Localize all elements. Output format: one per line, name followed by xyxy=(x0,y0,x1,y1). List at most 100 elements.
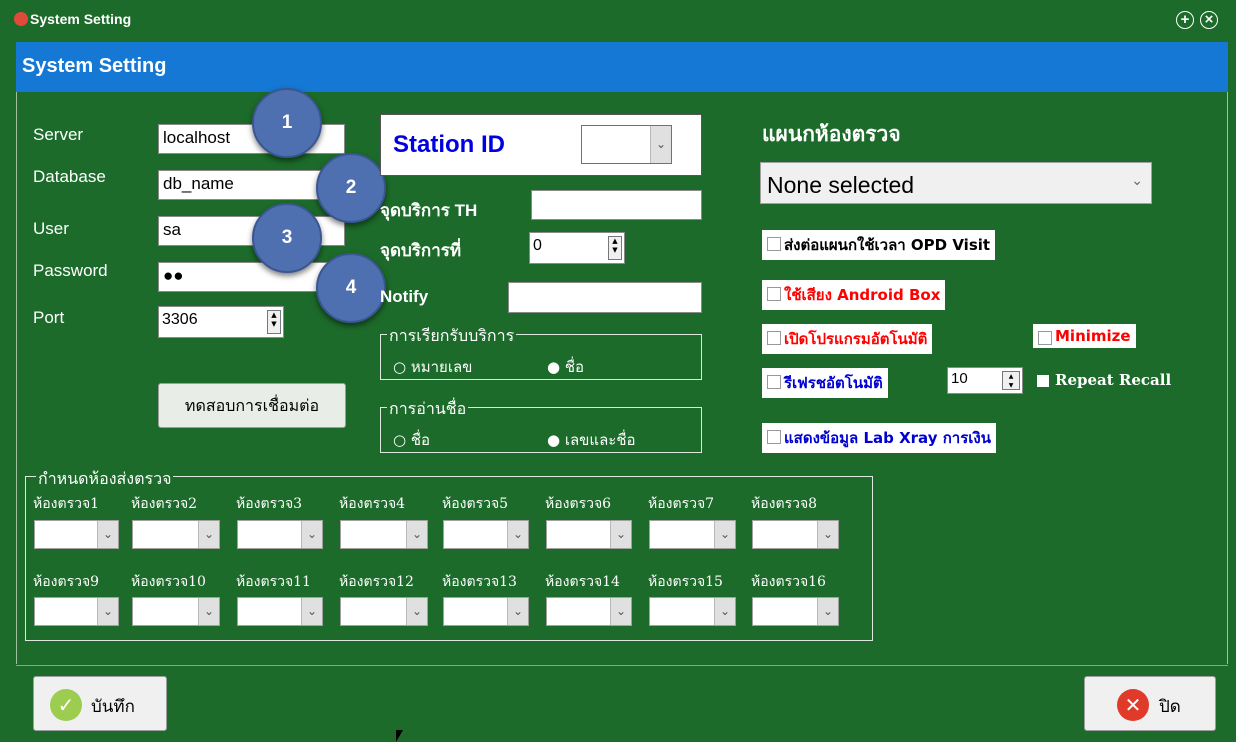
refresh-interval-stepper[interactable]: 10 ▲ ▼ xyxy=(947,367,1023,394)
room-select[interactable]: ⌄ xyxy=(546,597,632,626)
checkbox-icon xyxy=(767,237,781,251)
app-logo-icon xyxy=(14,12,28,26)
marker-2: 2 xyxy=(316,153,386,223)
checkbox-lab-xray[interactable]: แสดงข้อมูล Lab Xray การเงิน xyxy=(762,423,996,453)
room-select[interactable]: ⌄ xyxy=(649,520,736,549)
chevron-down-icon: ⌄ xyxy=(1131,173,1143,189)
room-select[interactable]: ⌄ xyxy=(546,520,632,549)
name-reading-caption: การอ่านชื่อ xyxy=(387,397,469,422)
room-label: ห้องตรวจ15 xyxy=(648,574,723,590)
checkbox-android-box-label: ใช้เสียง Android Box xyxy=(784,286,941,304)
marker-1: 1 xyxy=(252,88,322,158)
checkbox-lab-xray-label: แสดงข้อมูล Lab Xray การเงิน xyxy=(784,429,991,447)
room-select[interactable]: ⌄ xyxy=(443,597,529,626)
room-label: ห้องตรวจ9 xyxy=(33,574,100,590)
port-label: Port xyxy=(33,308,65,327)
rooms-caption: กำหนดห้องส่งตรวจ xyxy=(36,467,174,492)
chevron-down-icon: ⌄ xyxy=(97,521,118,548)
room-select[interactable]: ⌄ xyxy=(649,597,736,626)
radio-name-label: ชื่อ xyxy=(564,358,585,376)
radio-read-number-name[interactable]: ● เลขและชื่อ xyxy=(547,428,636,452)
checkbox-android-box[interactable]: ใช้เสียง Android Box xyxy=(762,280,946,310)
room-select[interactable]: ⌄ xyxy=(132,597,220,626)
port-value: 3306 xyxy=(162,311,198,328)
close-window-icon[interactable]: × xyxy=(1200,11,1218,29)
checkbox-minimize[interactable]: Minimize xyxy=(1033,324,1136,348)
checkbox-icon xyxy=(767,331,781,345)
checkbox-opd-visit[interactable]: ส่งต่อแผนกใช้เวลา OPD Visit xyxy=(762,230,996,260)
service-point-th-input[interactable] xyxy=(531,190,702,220)
test-connection-button[interactable]: ทดสอบการเชื่อมต่อ xyxy=(158,383,346,428)
header-bar: System Setting xyxy=(16,42,1228,92)
department-select[interactable]: None selected ⌄ xyxy=(760,162,1152,204)
room-select[interactable]: ⌄ xyxy=(752,597,839,626)
spin-arrows-icon[interactable]: ▲ ▼ xyxy=(267,310,281,334)
repeat-recall-checkbox[interactable] xyxy=(1037,375,1049,387)
notify-input[interactable] xyxy=(508,282,702,313)
checkbox-auto-refresh[interactable]: รีเฟรชอัตโนมัติ xyxy=(762,368,888,398)
chevron-down-icon: ⌄ xyxy=(714,521,735,548)
checkbox-auto-open-label: เปิดโปรแกรมอัตโนมัติ xyxy=(784,330,928,348)
checkbox-opd-visit-label: ส่งต่อแผนกใช้เวลา OPD Visit xyxy=(784,236,991,254)
room-select[interactable]: ⌄ xyxy=(132,520,220,549)
room-select[interactable]: ⌄ xyxy=(443,520,529,549)
chevron-down-icon: ⌄ xyxy=(610,598,631,625)
password-label: Password xyxy=(33,261,108,280)
checkbox-auto-refresh-label: รีเฟรชอัตโนมัติ xyxy=(784,374,883,392)
spin-arrows-icon[interactable]: ▲ ▼ xyxy=(1002,371,1020,390)
room-label: ห้องตรวจ10 xyxy=(131,574,206,590)
room-select[interactable]: ⌄ xyxy=(752,520,839,549)
maximize-icon[interactable]: + xyxy=(1176,11,1194,29)
chevron-down-icon: ⌄ xyxy=(301,521,322,548)
station-id-panel: Station ID ⌄ xyxy=(380,114,702,176)
database-label: Database xyxy=(33,167,106,186)
repeat-recall-label: Repeat Recall xyxy=(1055,371,1172,389)
chevron-down-icon: ⌄ xyxy=(198,521,219,548)
chevron-down-icon: ⌄ xyxy=(650,126,671,163)
radio-read-name-label: ชื่อ xyxy=(410,431,431,449)
close-button[interactable]: ✕ ปิด xyxy=(1084,676,1216,731)
room-label: ห้องตรวจ8 xyxy=(751,496,818,512)
checkbox-icon xyxy=(767,375,781,389)
server-label: Server xyxy=(33,125,84,144)
station-id-label: Station ID xyxy=(393,131,505,158)
room-select[interactable]: ⌄ xyxy=(237,520,323,549)
room-select[interactable]: ⌄ xyxy=(237,597,323,626)
radio-read-name[interactable]: ○ ชื่อ xyxy=(393,428,430,452)
chevron-down-icon: ⌄ xyxy=(301,598,322,625)
title-bar: System Setting + × xyxy=(0,0,1236,38)
port-stepper[interactable]: 3306 ▲ ▼ xyxy=(158,306,284,338)
room-label: ห้องตรวจ13 xyxy=(442,574,517,590)
station-id-select[interactable]: ⌄ xyxy=(581,125,672,164)
room-label: ห้องตรวจ5 xyxy=(442,496,509,512)
save-button[interactable]: ✓ บันทึก xyxy=(33,676,167,731)
room-label: ห้องตรวจ16 xyxy=(751,574,826,590)
checkbox-icon xyxy=(767,287,781,301)
radio-read-number-name-label: เลขและชื่อ xyxy=(564,431,636,449)
service-point-no-value: 0 xyxy=(533,237,542,254)
user-label: User xyxy=(33,219,69,238)
service-point-no-label: จุดบริการที่ xyxy=(380,241,462,260)
chevron-down-icon: ⌄ xyxy=(507,598,528,625)
chevron-down-icon: ⌄ xyxy=(817,521,838,548)
room-select[interactable]: ⌄ xyxy=(34,520,119,549)
service-point-th-label: จุดบริการ TH xyxy=(380,201,478,220)
radio-name[interactable]: ● ชื่อ xyxy=(547,355,584,379)
checkmark-icon: ✓ xyxy=(50,689,82,721)
room-select[interactable]: ⌄ xyxy=(340,520,428,549)
chevron-down-icon: ⌄ xyxy=(817,598,838,625)
room-label: ห้องตรวจ7 xyxy=(648,496,715,512)
radio-number[interactable]: ○ หมายเลข xyxy=(393,355,472,379)
room-select[interactable]: ⌄ xyxy=(34,597,119,626)
checkbox-minimize-label: Minimize xyxy=(1055,327,1131,345)
marker-3: 3 xyxy=(252,203,322,273)
name-reading-group: การอ่านชื่อ ○ ชื่อ ● เลขและชื่อ xyxy=(380,397,702,453)
room-label: ห้องตรวจ11 xyxy=(236,574,311,590)
close-label: ปิด xyxy=(1159,697,1181,717)
spin-arrows-icon[interactable]: ▲ ▼ xyxy=(608,236,622,260)
page-title: System Setting xyxy=(22,55,167,77)
checkbox-icon xyxy=(1038,331,1052,345)
checkbox-auto-open[interactable]: เปิดโปรแกรมอัตโนมัติ xyxy=(762,324,933,354)
service-point-no-stepper[interactable]: 0 ▲ ▼ xyxy=(529,232,625,264)
room-select[interactable]: ⌄ xyxy=(340,597,428,626)
